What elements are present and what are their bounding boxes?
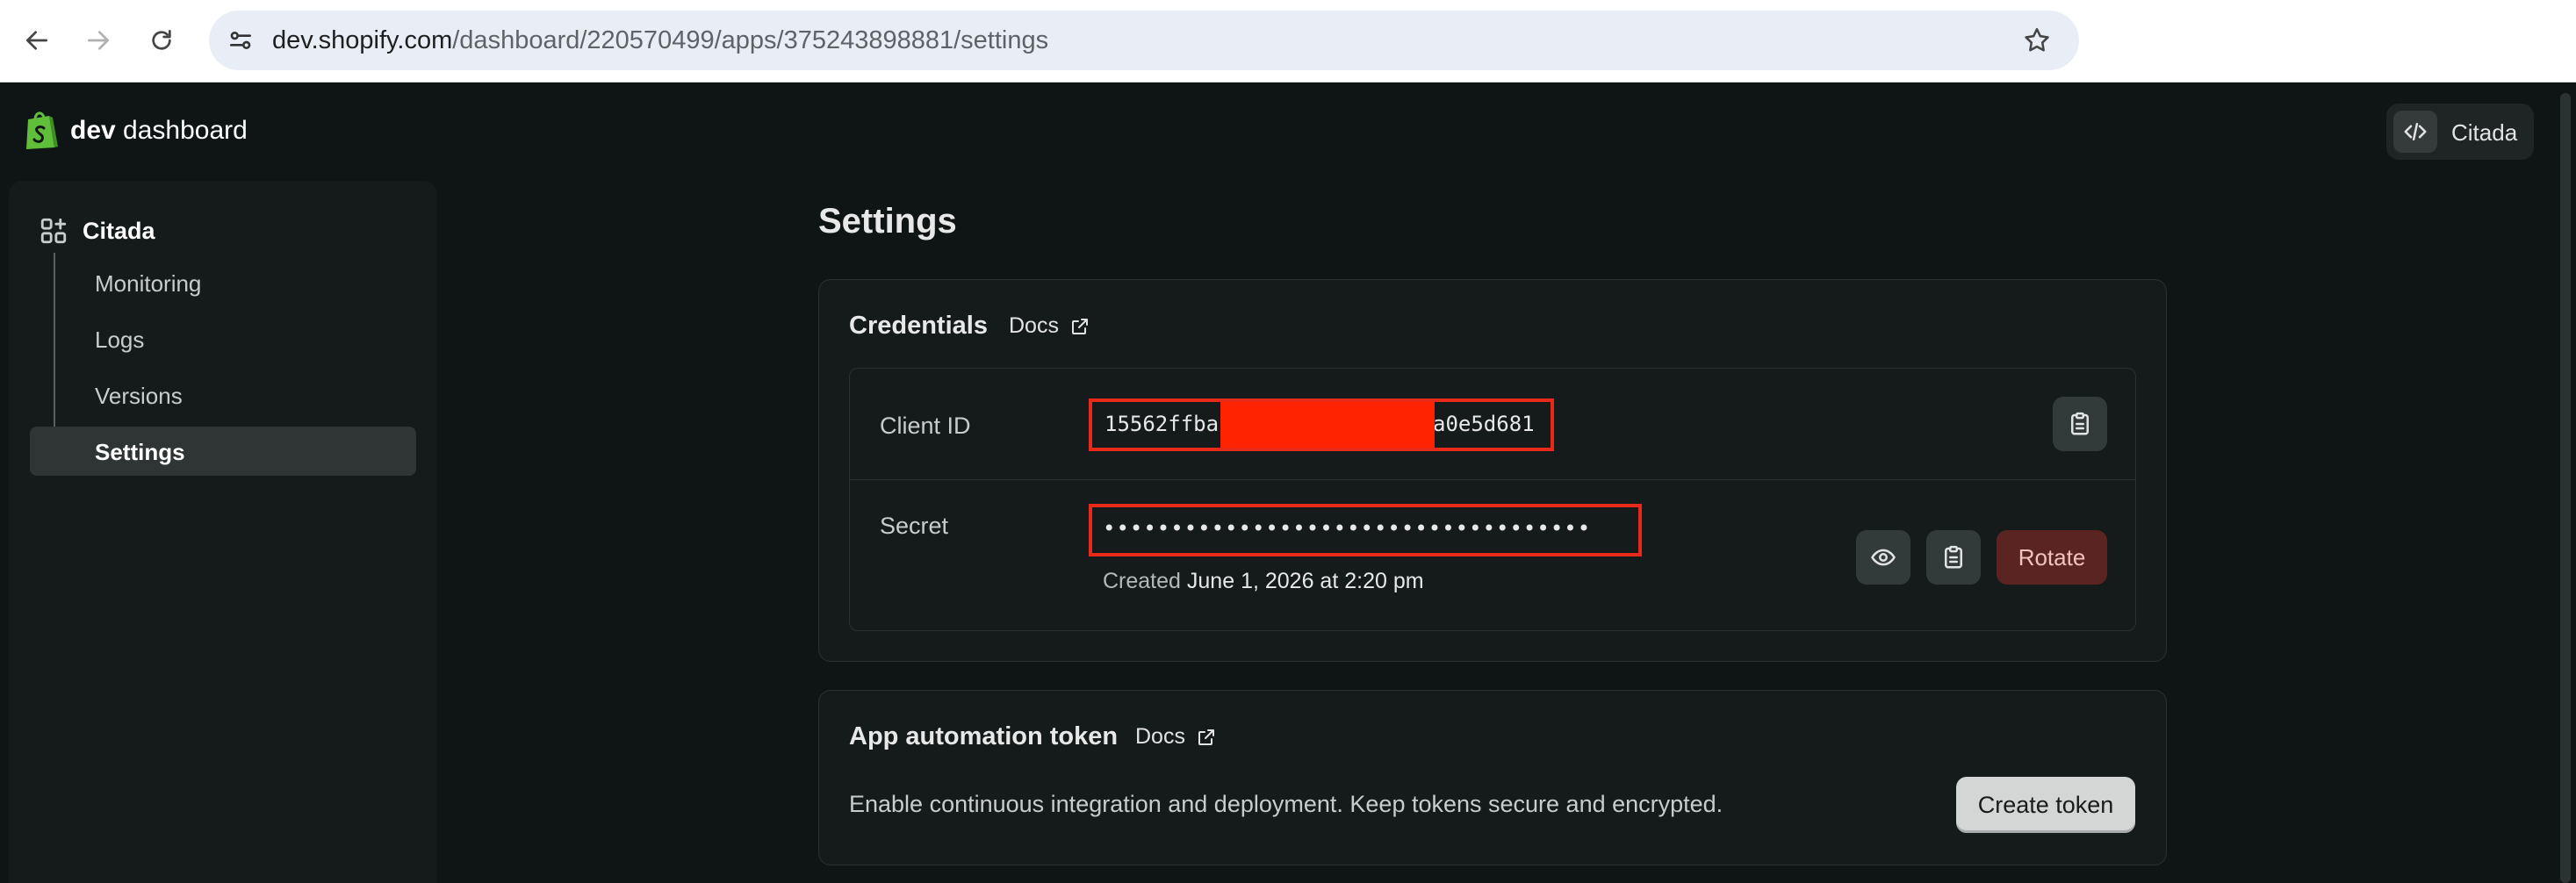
page-title: Settings — [818, 202, 957, 240]
reveal-secret-button[interactable] — [1856, 530, 1910, 585]
forward-arrow-icon[interactable] — [77, 19, 119, 61]
scrollbar[interactable] — [2555, 83, 2576, 883]
clipboard-icon — [1945, 545, 1962, 569]
site-settings-icon[interactable] — [225, 25, 256, 56]
address-bar[interactable]: dev.shopify.com/dashboard/220570499/apps… — [209, 11, 2079, 70]
docs-label: Docs — [1135, 724, 1185, 749]
url-text[interactable]: dev.shopify.com/dashboard/220570499/apps… — [272, 26, 1048, 55]
url-path: /dashboard/220570499/apps/375243898881/s… — [452, 26, 1049, 54]
sidebar-item-settings[interactable]: Settings — [30, 427, 416, 476]
sidebar-item-label: Settings — [95, 439, 185, 465]
credentials-card: Credentials Docs Client ID 15562ffba a0e… — [818, 279, 2167, 662]
bookmark-star-icon[interactable] — [2019, 23, 2054, 58]
reload-icon[interactable] — [140, 19, 183, 61]
clipboard-icon — [2071, 412, 2089, 435]
sidebar-item-label: Logs — [95, 327, 145, 353]
token-docs-link[interactable]: Docs — [1135, 724, 1217, 750]
apps-grid-icon — [40, 218, 67, 244]
created-date: June 1, 2026 at 2:20 pm — [1186, 569, 1424, 593]
back-arrow-icon[interactable] — [16, 19, 58, 61]
sidebar-item-versions[interactable]: Versions — [30, 370, 416, 420]
client-id-label: Client ID — [880, 413, 971, 439]
row-divider — [850, 479, 2135, 480]
sidebar-item-label: Monitoring — [95, 270, 202, 297]
create-token-button[interactable]: Create token — [1956, 777, 2135, 833]
credentials-docs-link[interactable]: Docs — [1009, 313, 1090, 339]
sidebar-item-monitoring[interactable]: Monitoring — [30, 258, 416, 307]
rotate-secret-button[interactable]: Rotate — [1997, 530, 2107, 585]
secret-masked-value[interactable]: •••••••••••••••••••••••••••••••••••• — [1103, 516, 1591, 541]
client-id-end[interactable]: a0e5d681 — [1433, 412, 1535, 436]
scrollbar-thumb[interactable] — [2560, 93, 2571, 883]
automation-token-card: App automation token Docs Enable continu… — [818, 690, 2167, 865]
token-title: App automation token — [849, 722, 1119, 750]
docs-label: Docs — [1009, 313, 1059, 338]
copy-secret-button[interactable] — [1926, 530, 1981, 585]
external-link-icon — [1198, 729, 1214, 745]
sidebar-item-label: Versions — [95, 383, 183, 409]
app-header: dev dashboard Citada — [0, 83, 2576, 179]
secret-label: Secret — [880, 513, 949, 539]
eye-icon — [1871, 549, 1896, 566]
shopify-logo-icon[interactable] — [23, 109, 60, 151]
url-host: dev.shopify.com — [272, 26, 453, 54]
sidebar-app-name: Citada — [83, 217, 155, 244]
sidebar-item-logs[interactable]: Logs — [30, 314, 416, 363]
copy-client-id-button[interactable] — [2053, 397, 2107, 451]
token-description: Enable continuous integration and deploy… — [849, 791, 1723, 817]
account-name: Citada — [2451, 119, 2518, 146]
sidebar-app-header[interactable]: Citada — [39, 211, 155, 251]
credentials-title: Credentials — [849, 312, 988, 340]
brand-light: dashboard — [115, 116, 248, 145]
account-button[interactable]: Citada — [2386, 104, 2534, 160]
external-link-icon — [1071, 318, 1088, 334]
credentials-list: Client ID 15562ffba a0e5d681 Secret ••••… — [849, 368, 2136, 631]
client-id-redaction — [1220, 402, 1435, 448]
sidebar: Citada Monitoring Logs Versions Settings — [9, 181, 437, 883]
brand-bold: dev — [70, 116, 116, 145]
brand-name[interactable]: dev dashboard — [70, 116, 248, 146]
browser-toolbar: dev.shopify.com/dashboard/220570499/apps… — [0, 0, 2576, 83]
secret-created-text: Created June 1, 2026 at 2:20 pm — [1103, 569, 1424, 594]
created-prefix: Created — [1103, 569, 1181, 593]
code-icon — [2393, 111, 2437, 153]
client-id-start[interactable]: 15562ffba — [1105, 412, 1219, 436]
